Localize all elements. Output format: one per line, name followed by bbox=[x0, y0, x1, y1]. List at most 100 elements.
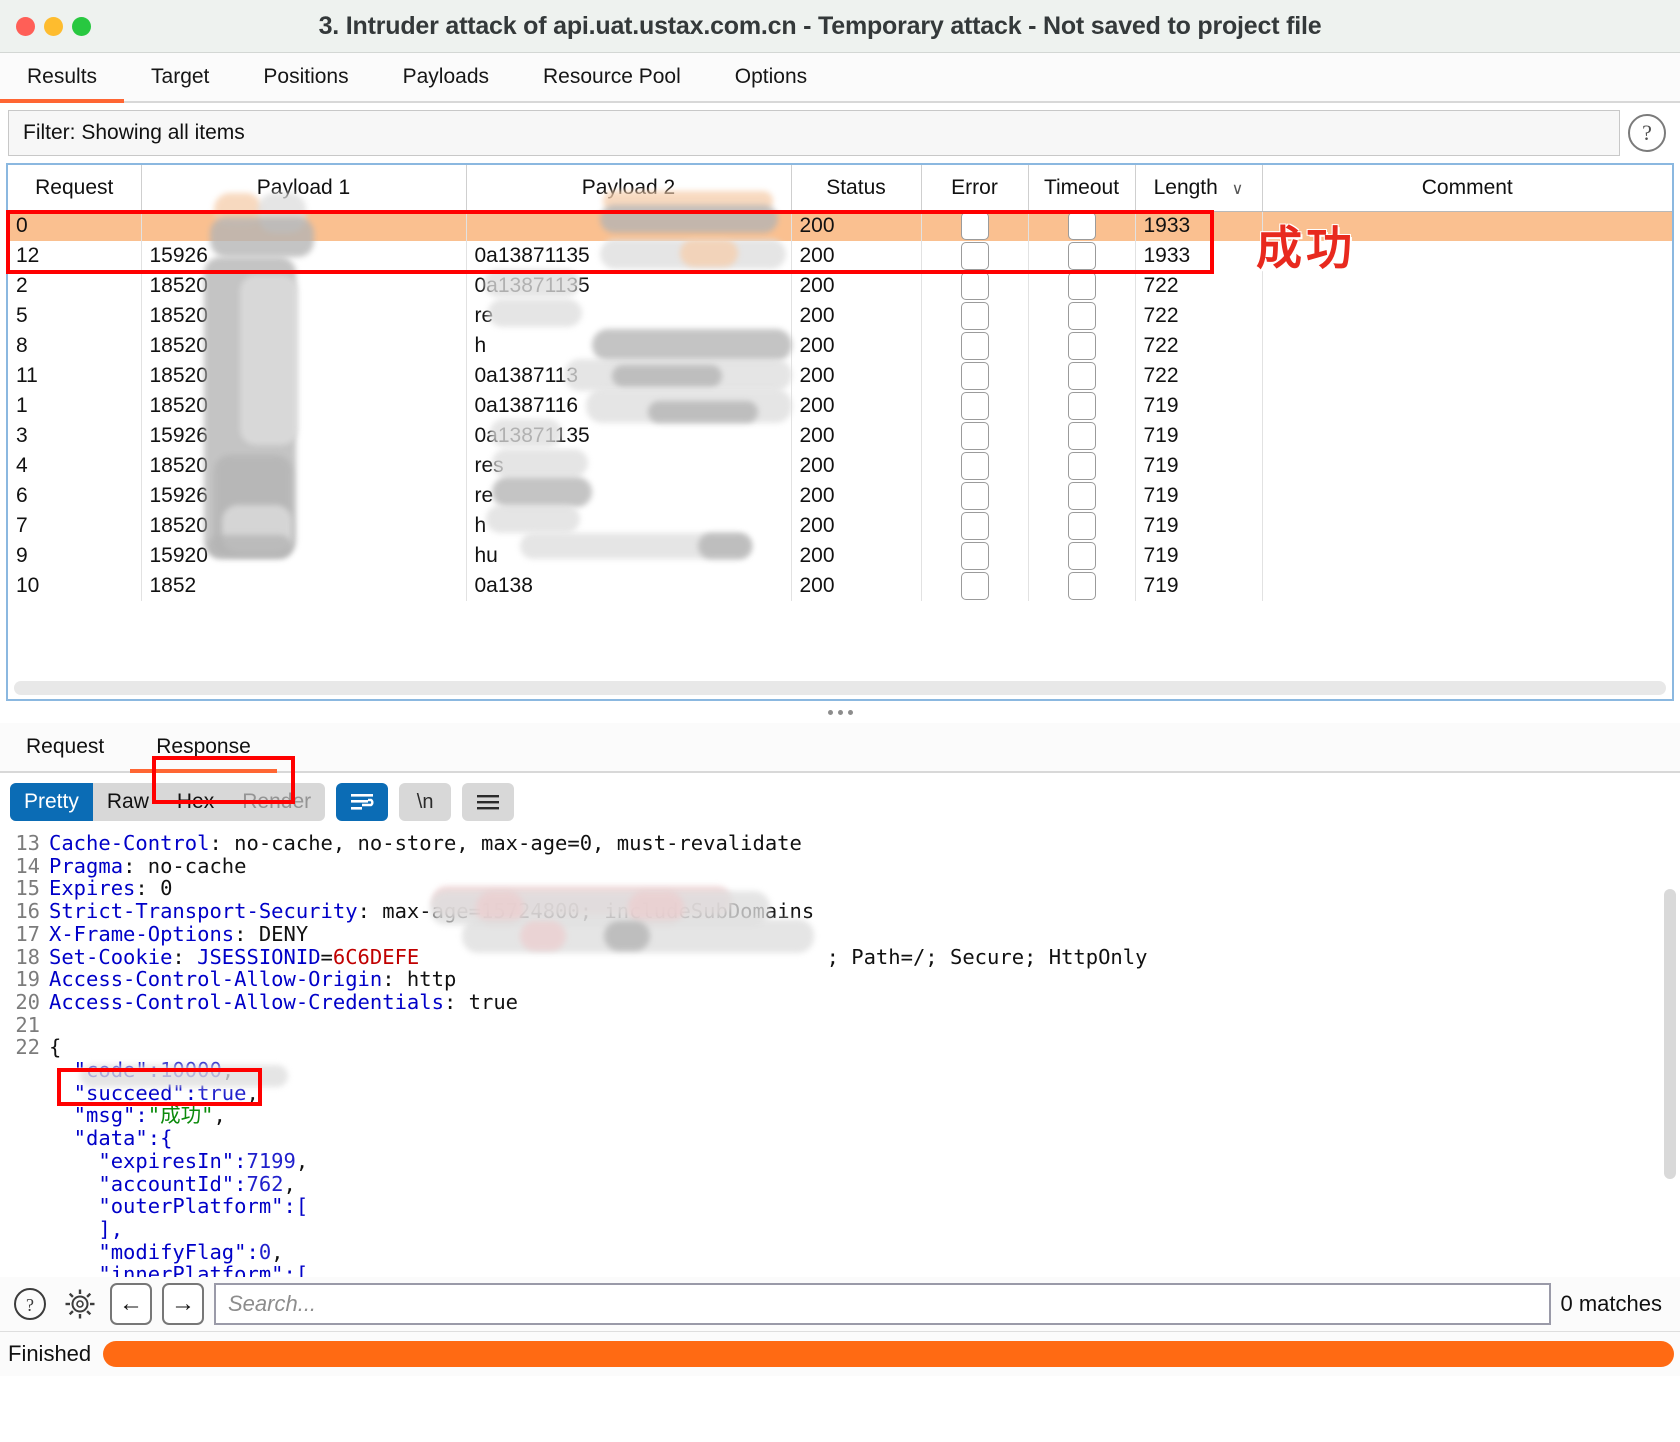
error-checkbox[interactable] bbox=[960, 512, 989, 540]
cell-status: 200 bbox=[791, 541, 922, 571]
search-previous-button[interactable]: ← bbox=[110, 1283, 152, 1325]
table-row[interactable]: 0 200 1933 bbox=[8, 211, 1672, 241]
filter-help-icon[interactable]: ? bbox=[1628, 114, 1666, 152]
error-checkbox[interactable] bbox=[960, 212, 989, 241]
hamburger-icon[interactable] bbox=[462, 783, 515, 821]
response-body-viewer[interactable]: 13 Cache-Control: no-cache, no-store, max… bbox=[0, 829, 1680, 1277]
table-row[interactable]: 7 18520 h 200 719 bbox=[8, 511, 1672, 541]
table-row[interactable]: 11 18520 0a1387113 200 722 bbox=[8, 361, 1672, 391]
cell-payload2: h bbox=[466, 331, 792, 361]
cell-payload1: 15926 bbox=[141, 241, 467, 271]
table-row[interactable]: 9 15920 hu 200 719 bbox=[8, 541, 1672, 571]
tab-resource-pool[interactable]: Resource Pool bbox=[516, 53, 708, 101]
column-header-payload2[interactable]: Payload 2 bbox=[466, 165, 792, 212]
column-header-request[interactable]: Request bbox=[8, 165, 142, 212]
search-input[interactable]: Search... bbox=[214, 1283, 1551, 1325]
table-row[interactable]: 2 18520 0a13871135 200 722 bbox=[8, 271, 1672, 301]
code-line: "modifyFlag":0, bbox=[0, 1240, 1680, 1264]
timeout-checkbox[interactable] bbox=[1067, 272, 1096, 300]
show-newlines-icon[interactable]: \n bbox=[399, 783, 452, 821]
window-controls[interactable] bbox=[16, 16, 91, 36]
view-mode-hex[interactable]: Hex bbox=[163, 783, 228, 821]
response-vertical-scrollbar[interactable] bbox=[1664, 889, 1676, 1179]
error-checkbox[interactable] bbox=[960, 452, 989, 480]
cell-error-checkbox bbox=[921, 361, 1029, 391]
search-match-count: 0 matches bbox=[1560, 1291, 1663, 1316]
results-horizontal-scrollbar[interactable] bbox=[14, 681, 1666, 695]
tab-positions[interactable]: Positions bbox=[236, 53, 375, 101]
table-row[interactable]: 4 18520 res 200 719 bbox=[8, 451, 1672, 481]
error-checkbox[interactable] bbox=[960, 272, 989, 300]
tab-response[interactable]: Response bbox=[130, 723, 277, 773]
column-header-status[interactable]: Status bbox=[791, 165, 922, 212]
timeout-checkbox[interactable] bbox=[1067, 542, 1096, 570]
code-token: 10000 bbox=[160, 1058, 222, 1083]
timeout-checkbox[interactable] bbox=[1067, 452, 1096, 480]
tab-response-label: Response bbox=[156, 735, 251, 758]
minimize-button[interactable] bbox=[44, 16, 63, 36]
error-checkbox[interactable] bbox=[960, 302, 989, 330]
line-number bbox=[0, 1082, 49, 1105]
column-header-payload1[interactable]: Payload 1 bbox=[141, 165, 467, 212]
timeout-checkbox[interactable] bbox=[1067, 482, 1096, 510]
column-header-length[interactable]: Length ∨ bbox=[1135, 165, 1263, 212]
table-row[interactable]: 5 18520 re 200 722 bbox=[8, 301, 1672, 331]
column-header-timeout[interactable]: Timeout bbox=[1028, 165, 1136, 212]
cell-payload2: hu bbox=[466, 541, 792, 571]
timeout-checkbox[interactable] bbox=[1067, 212, 1096, 241]
close-button[interactable] bbox=[16, 16, 35, 36]
maximize-button[interactable] bbox=[72, 16, 91, 36]
cell-payload2: 0a13871135 bbox=[466, 241, 792, 271]
error-checkbox[interactable] bbox=[960, 572, 989, 600]
view-mode-raw[interactable]: Raw bbox=[93, 783, 163, 821]
code-token: Pragma bbox=[49, 853, 124, 878]
cell-payload2: 0a13871135 bbox=[466, 271, 792, 301]
filter-bar[interactable]: Filter: Showing all items bbox=[8, 110, 1620, 156]
timeout-checkbox[interactable] bbox=[1067, 362, 1096, 390]
message-tab-bar: Request Response bbox=[0, 723, 1680, 773]
column-header-error[interactable]: Error bbox=[921, 165, 1029, 212]
panel-splitter[interactable] bbox=[0, 701, 1680, 723]
error-checkbox[interactable] bbox=[960, 482, 989, 510]
column-header-comment-label: Comment bbox=[1421, 175, 1513, 199]
code-line: "innerPlatform":[ bbox=[0, 1263, 1680, 1277]
table-row[interactable]: 8 18520 h 200 722 bbox=[8, 331, 1672, 361]
code-token: "accountId": bbox=[49, 1171, 247, 1196]
error-checkbox[interactable] bbox=[960, 422, 989, 450]
table-row[interactable]: 3 15926 0a13871135 200 719 bbox=[8, 421, 1672, 451]
timeout-checkbox[interactable] bbox=[1067, 302, 1096, 330]
timeout-checkbox[interactable] bbox=[1067, 512, 1096, 540]
table-row[interactable]: 12 15926 0a13871135 200 1933 bbox=[8, 241, 1672, 271]
cell-status: 200 bbox=[791, 421, 922, 451]
timeout-checkbox[interactable] bbox=[1067, 392, 1096, 420]
timeout-checkbox[interactable] bbox=[1067, 332, 1096, 360]
view-mode-pretty[interactable]: Pretty bbox=[10, 783, 93, 821]
error-checkbox[interactable] bbox=[960, 392, 989, 420]
table-row[interactable]: 10 1852 0a138 200 719 bbox=[8, 571, 1672, 601]
error-checkbox[interactable] bbox=[960, 542, 989, 570]
table-row[interactable]: 1 18520 0a1387116 200 719 bbox=[8, 391, 1672, 421]
table-row[interactable]: 6 15926 re 200 719 bbox=[8, 481, 1672, 511]
column-header-comment[interactable]: Comment bbox=[1262, 165, 1672, 212]
error-checkbox[interactable] bbox=[960, 362, 989, 390]
error-checkbox[interactable] bbox=[960, 332, 989, 360]
tab-results[interactable]: Results bbox=[0, 53, 125, 103]
timeout-checkbox[interactable] bbox=[1067, 422, 1096, 450]
timeout-checkbox[interactable] bbox=[1067, 572, 1096, 600]
code-token: Expires bbox=[49, 876, 136, 901]
error-checkbox[interactable] bbox=[960, 242, 989, 270]
tab-payloads[interactable]: Payloads bbox=[376, 53, 516, 101]
timeout-checkbox[interactable] bbox=[1067, 242, 1096, 270]
tab-options[interactable]: Options bbox=[708, 53, 834, 101]
tab-target[interactable]: Target bbox=[124, 53, 236, 101]
title-bar: 3. Intruder attack of api.uat.ustax.com.… bbox=[0, 0, 1680, 53]
tab-request[interactable]: Request bbox=[0, 723, 130, 771]
search-next-button[interactable]: → bbox=[162, 1283, 204, 1325]
search-help-icon[interactable]: ? bbox=[10, 1284, 50, 1324]
code-line: "msg":"成功", bbox=[0, 1104, 1680, 1127]
code-line: 15 Expires: 0 bbox=[0, 877, 1680, 900]
search-settings-gear-icon[interactable] bbox=[60, 1284, 100, 1324]
code-line-content: "succeed":true, bbox=[49, 1081, 259, 1105]
word-wrap-icon[interactable] bbox=[336, 783, 389, 821]
view-mode-segmented-control: Pretty Raw Hex Render bbox=[10, 783, 326, 821]
